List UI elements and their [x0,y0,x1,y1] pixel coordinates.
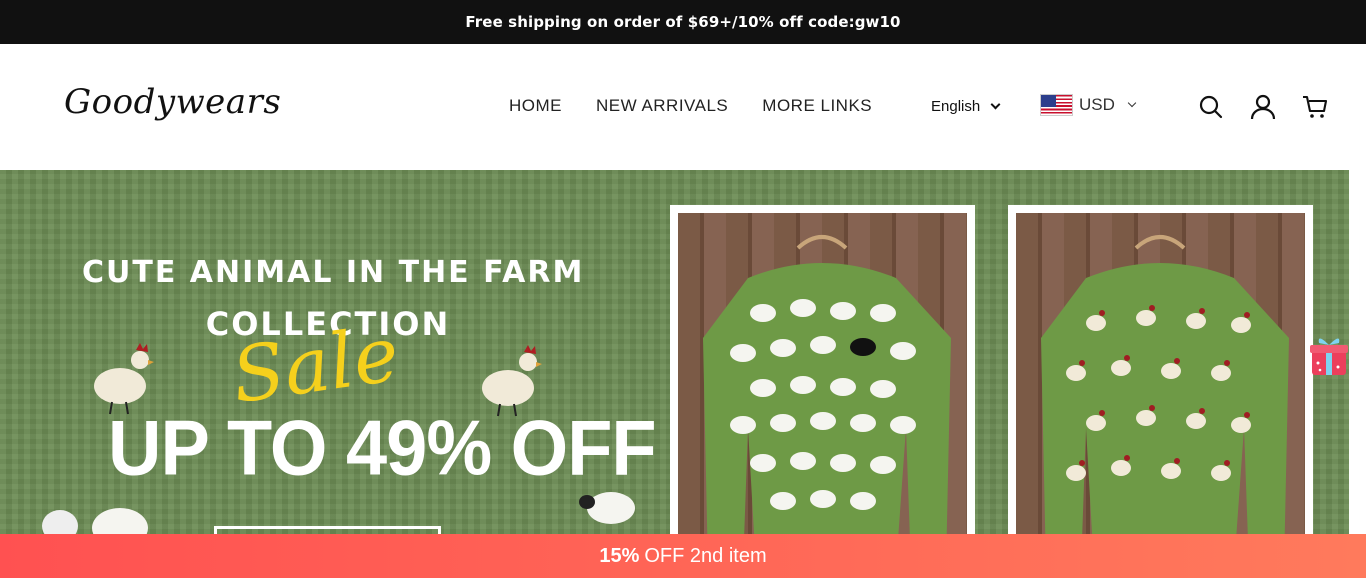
chicken-sweater-graphic [1041,235,1289,534]
header-icons [1198,94,1328,120]
chevron-down-icon [990,99,1001,110]
banner-headline: CUTE ANIMAL IN THE FARM [82,255,585,290]
announcement-bar: Free shipping on order of $69+/10% off c… [0,0,1366,44]
search-icon[interactable] [1198,94,1224,120]
announcement-text: Free shipping on order of $69+/10% off c… [465,13,901,31]
sheep-sweater-graphic [703,235,951,534]
language-selector[interactable]: English [931,98,1001,115]
gift-icon[interactable] [1310,335,1348,377]
site-logo[interactable]: Goodywears [64,82,281,122]
sweater-image [678,213,967,534]
promo-highlight: 15% [599,544,640,567]
sheep-illustration [42,508,148,534]
chevron-down-icon [1127,98,1137,108]
sweater-image [1016,213,1305,534]
cart-icon[interactable] [1302,94,1328,120]
currency-selector[interactable]: USD [1040,94,1137,116]
promo-text: OFF 2nd item [644,544,767,567]
us-flag-icon [1040,94,1073,116]
language-label: English [931,98,981,115]
chicken-sweater-photo[interactable] [1008,205,1313,534]
nav-home[interactable]: HOME [509,96,562,116]
nav-new-arrivals[interactable]: NEW ARRIVALS [596,96,728,116]
banner-discount: UP TO 49% OFF [108,403,657,492]
hero-banner[interactable]: CUTE ANIMAL IN THE FARM COLLECTION Sale … [0,170,1349,534]
currency-label: USD [1079,95,1115,114]
account-icon[interactable] [1250,94,1276,120]
main-nav: HOME NEW ARRIVALS MORE LINKS [509,96,872,116]
banner-shop-button[interactable] [214,526,441,534]
site-header: Goodywears HOME NEW ARRIVALS MORE LINKS … [0,44,1366,170]
sheep-sweater-photo[interactable] [670,205,975,534]
promo-bar[interactable]: 15% OFF 2nd item [0,534,1366,578]
nav-more-links[interactable]: MORE LINKS [762,96,872,116]
